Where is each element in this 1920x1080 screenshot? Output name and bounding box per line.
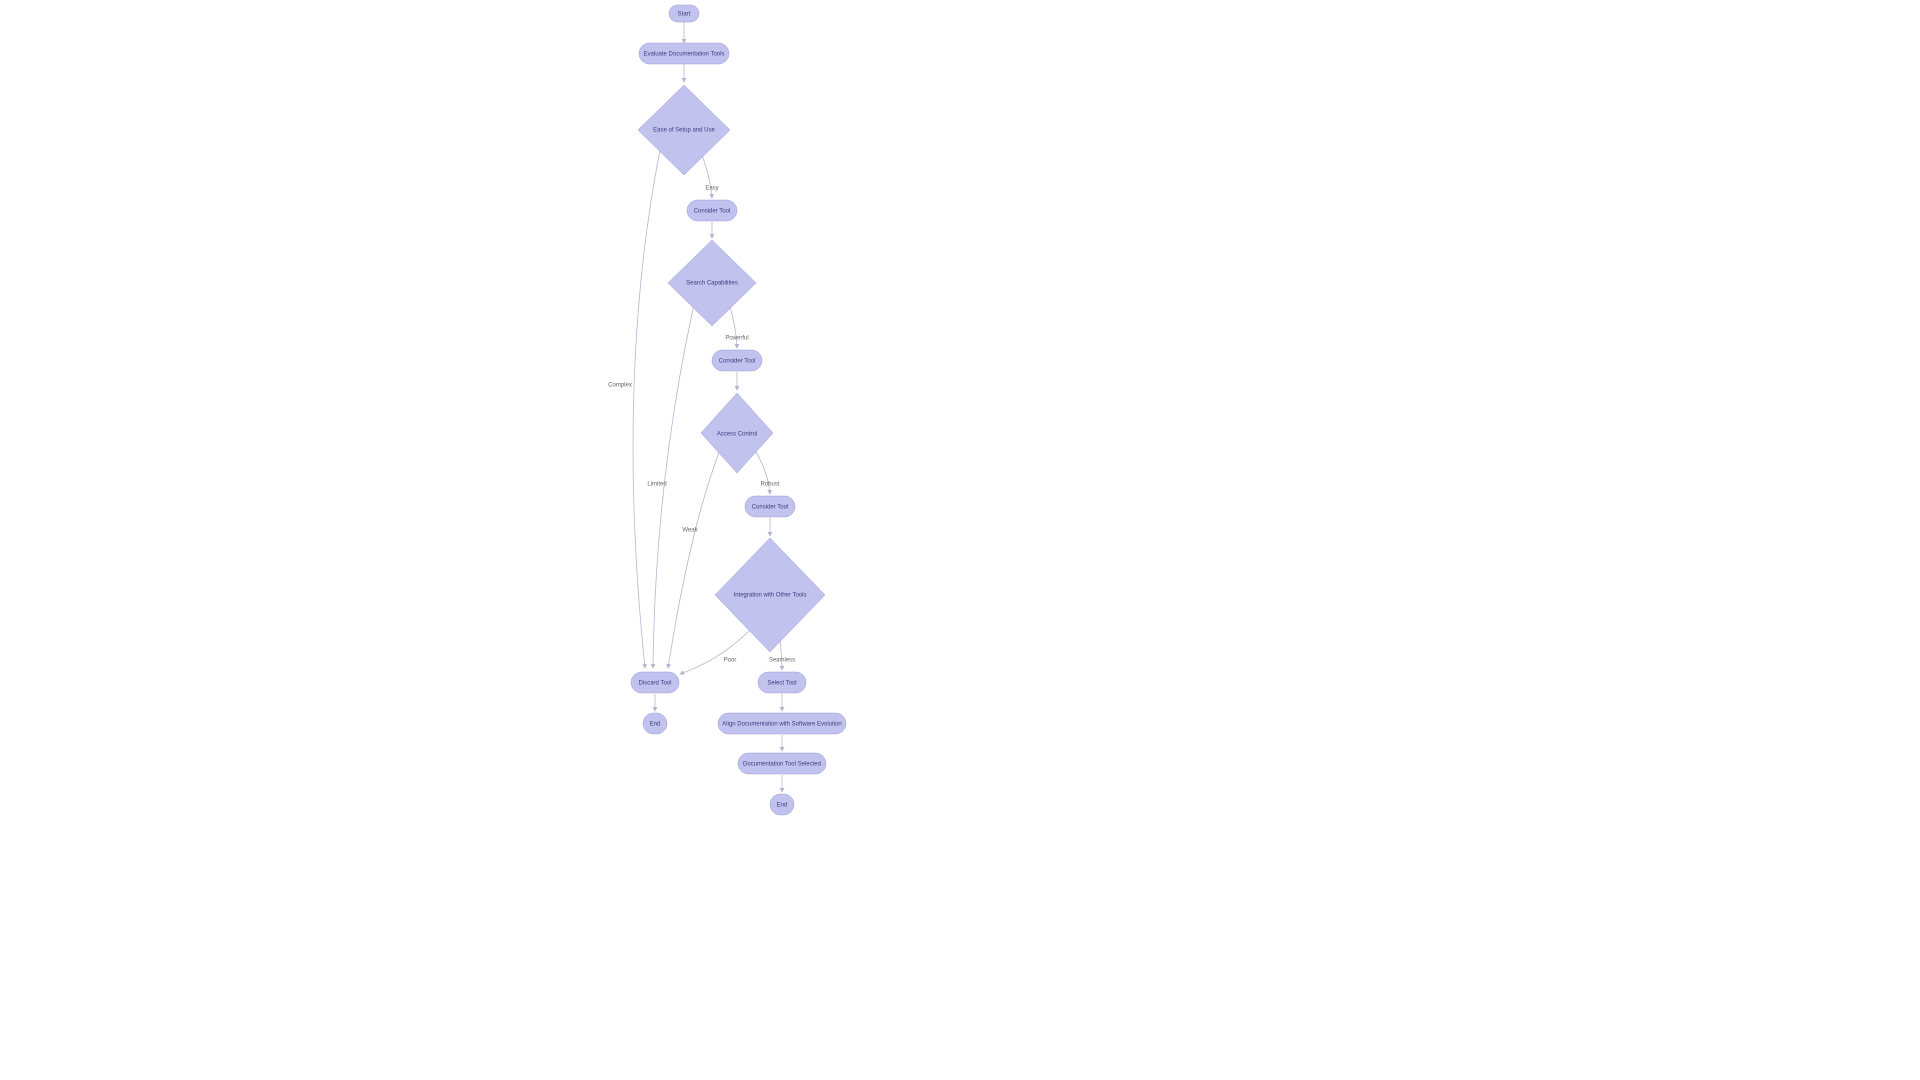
node-consider3-label: Consider Tool (752, 505, 789, 511)
edge-label-weak: Weak (682, 528, 698, 534)
node-discard-label: Discard Tool (639, 681, 672, 687)
node-ease-label: Ease of Setup and Use (653, 128, 715, 134)
edge-integration-discard (680, 630, 750, 674)
node-end1-label: End (650, 722, 661, 728)
node-integration-label: Integration with Other Tools (734, 593, 807, 599)
node-align-label: Align Documentation with Software Evolut… (722, 722, 841, 728)
edge-access-discard (668, 450, 720, 668)
edge-ease-discard (633, 150, 660, 668)
node-select-label: Select Tool (767, 681, 796, 687)
edge-label-limited: Limited (647, 482, 666, 488)
edge-label-powerful: Powerful (725, 336, 748, 342)
edge-label-poor: Poor (724, 658, 737, 664)
node-consider2-label: Consider Tool (719, 359, 756, 365)
node-search-label: Search Capabilities (686, 281, 738, 287)
edge-label-seamless: Seamless (769, 658, 795, 664)
edge-integration-select (780, 640, 782, 670)
node-selected-label: Documentation Tool Selected (743, 762, 821, 768)
node-end2-label: End (777, 803, 788, 809)
node-access-label: Access Control (717, 432, 757, 438)
edge-label-easy: Easy (705, 186, 718, 192)
edge-label-complex: Complex (608, 383, 632, 389)
node-start-label: Start (678, 12, 691, 18)
node-consider1-label: Consider Tool (694, 209, 731, 215)
edge-label-robust: Robust (760, 482, 779, 488)
node-evaluate-label: Evaluate Documentation Tools (644, 52, 725, 58)
